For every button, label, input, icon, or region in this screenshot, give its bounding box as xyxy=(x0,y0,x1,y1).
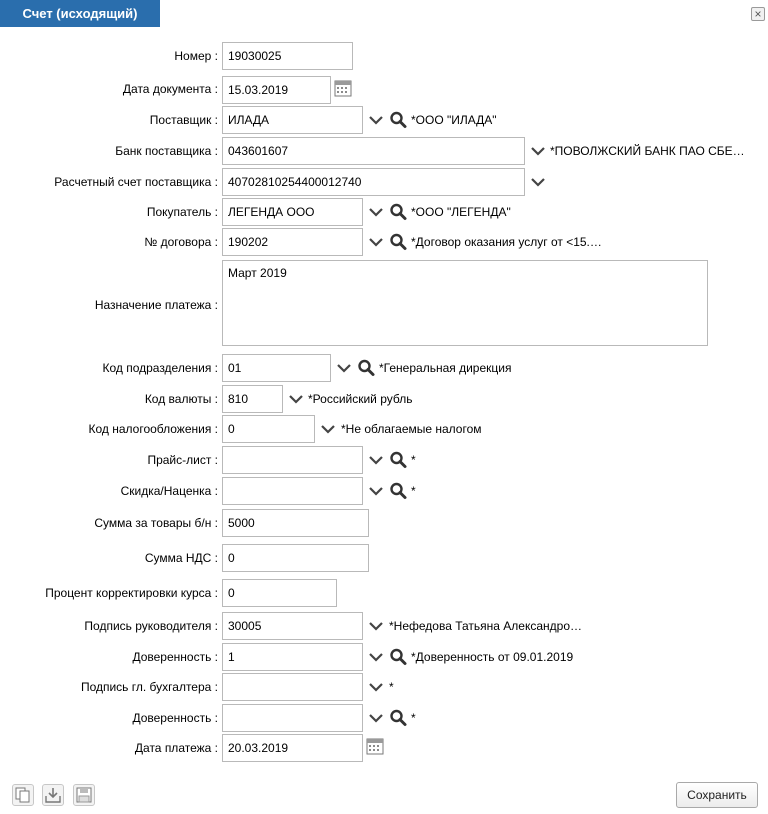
search-icon[interactable] xyxy=(388,446,408,474)
discount-label: Скидка/Наценка : xyxy=(120,484,218,498)
tax-code-label: Код налогообложения : xyxy=(88,422,218,436)
chevron-down-icon[interactable] xyxy=(318,415,338,443)
goods-sum-input[interactable]: 5000 xyxy=(222,509,369,537)
number-label: Номер : xyxy=(174,49,218,63)
accountant-signature-label: Подпись гл. бухгалтера : xyxy=(80,680,218,694)
chevron-down-icon[interactable] xyxy=(366,704,386,732)
rate-correction-label: Процент корректировки курса : xyxy=(45,586,218,600)
search-icon[interactable] xyxy=(388,704,408,732)
window-title-tab: Счет (исходящий) xyxy=(0,0,160,27)
division-code-input[interactable]: 01 xyxy=(222,354,331,382)
search-icon[interactable] xyxy=(388,106,408,134)
head-signature-label: Подпись руководителя : xyxy=(84,619,218,633)
chevron-down-icon[interactable] xyxy=(528,137,548,165)
payment-date-label: Дата платежа : xyxy=(134,741,218,755)
chevron-down-icon[interactable] xyxy=(286,385,306,413)
chevron-down-icon[interactable] xyxy=(366,673,386,701)
contract-description: *Договор оказания услуг от <15.… xyxy=(411,235,602,249)
currency-code-input[interactable]: 810 xyxy=(222,385,283,413)
chevron-down-icon[interactable] xyxy=(366,106,386,134)
supplier-account-input[interactable]: 40702810254400012740 xyxy=(222,168,525,196)
copy-icon[interactable] xyxy=(12,784,34,806)
chevron-down-icon[interactable] xyxy=(366,198,386,226)
division-code-label: Код подразделения : xyxy=(102,361,218,375)
save-button[interactable]: Сохранить xyxy=(676,782,758,808)
search-icon[interactable] xyxy=(388,228,408,256)
purpose-label: Назначение платежа : xyxy=(94,298,218,312)
accountant-signature-input[interactable] xyxy=(222,673,363,701)
rate-correction-input[interactable]: 0 xyxy=(222,579,337,607)
contract-input[interactable]: 190202 xyxy=(222,228,363,256)
buyer-input[interactable]: ЛЕГЕНДА ООО xyxy=(222,198,363,226)
supplier-account-label: Расчетный счет поставщика : xyxy=(54,175,218,189)
supplier-label: Поставщик : xyxy=(149,113,218,127)
supplier-bank-input[interactable]: 043601607 xyxy=(222,137,525,165)
chevron-down-icon[interactable] xyxy=(366,643,386,671)
number-input[interactable]: 19030025 xyxy=(222,42,353,70)
calendar-icon[interactable] xyxy=(366,737,386,757)
head-proxy-label: Доверенность : xyxy=(132,650,218,664)
purpose-textarea[interactable]: Март 2019 xyxy=(222,260,708,346)
accountant-proxy-label: Доверенность : xyxy=(132,711,218,725)
search-icon[interactable] xyxy=(388,198,408,226)
price-list-label: Прайс-лист : xyxy=(147,453,218,467)
search-icon[interactable] xyxy=(388,477,408,505)
buyer-label: Покупатель : xyxy=(146,205,218,219)
price-list-description: * xyxy=(411,453,416,467)
contract-label: № договора : xyxy=(144,235,218,249)
price-list-input[interactable] xyxy=(222,446,363,474)
accountant-signature-description: * xyxy=(389,680,394,694)
goods-sum-label: Сумма за товары б/н : xyxy=(94,516,218,530)
search-icon[interactable] xyxy=(388,643,408,671)
supplier-description: *ООО "ИЛАДА" xyxy=(411,113,497,127)
division-code-description: *Генеральная дирекция xyxy=(379,361,512,375)
chevron-down-icon[interactable] xyxy=(366,477,386,505)
currency-code-description: *Российский рубль xyxy=(308,392,413,406)
vat-sum-label: Сумма НДС : xyxy=(144,551,218,565)
discount-input[interactable] xyxy=(222,477,363,505)
window-title: Счет (исходящий) xyxy=(22,6,138,21)
supplier-bank-label: Банк поставщика : xyxy=(115,144,218,158)
chevron-down-icon[interactable] xyxy=(334,354,354,382)
search-icon[interactable] xyxy=(356,354,376,382)
supplier-bank-description: *ПОВОЛЖСКИЙ БАНК ПАО СБЕ… xyxy=(550,144,745,158)
buyer-description: *ООО "ЛЕГЕНДА" xyxy=(411,205,511,219)
head-proxy-description: *Доверенность от 09.01.2019 xyxy=(411,650,574,664)
chevron-down-icon[interactable] xyxy=(366,228,386,256)
floppy-disk-icon[interactable] xyxy=(73,784,95,806)
doc-date-input[interactable]: 15.03.2019 xyxy=(222,76,331,104)
chevron-down-icon[interactable] xyxy=(528,168,548,196)
discount-description: * xyxy=(411,484,416,498)
head-signature-input[interactable]: 30005 xyxy=(222,612,363,640)
accountant-proxy-description: * xyxy=(411,711,416,725)
head-signature-description: *Нефедова Татьяна Александро… xyxy=(389,619,583,633)
chevron-down-icon[interactable] xyxy=(366,446,386,474)
tax-code-input[interactable]: 0 xyxy=(222,415,315,443)
head-proxy-input[interactable]: 1 xyxy=(222,643,363,671)
close-icon[interactable]: × xyxy=(751,7,765,21)
chevron-down-icon[interactable] xyxy=(366,612,386,640)
download-icon[interactable] xyxy=(42,784,64,806)
payment-date-input[interactable]: 20.03.2019 xyxy=(222,734,363,762)
calendar-icon[interactable] xyxy=(334,79,354,99)
tax-code-description: *Не облагаемые налогом xyxy=(341,422,482,436)
accountant-proxy-input[interactable] xyxy=(222,704,363,732)
supplier-input[interactable]: ИЛАДА xyxy=(222,106,363,134)
currency-code-label: Код валюты : xyxy=(144,392,218,406)
doc-date-label: Дата документа : xyxy=(122,82,218,96)
vat-sum-input[interactable]: 0 xyxy=(222,544,369,572)
